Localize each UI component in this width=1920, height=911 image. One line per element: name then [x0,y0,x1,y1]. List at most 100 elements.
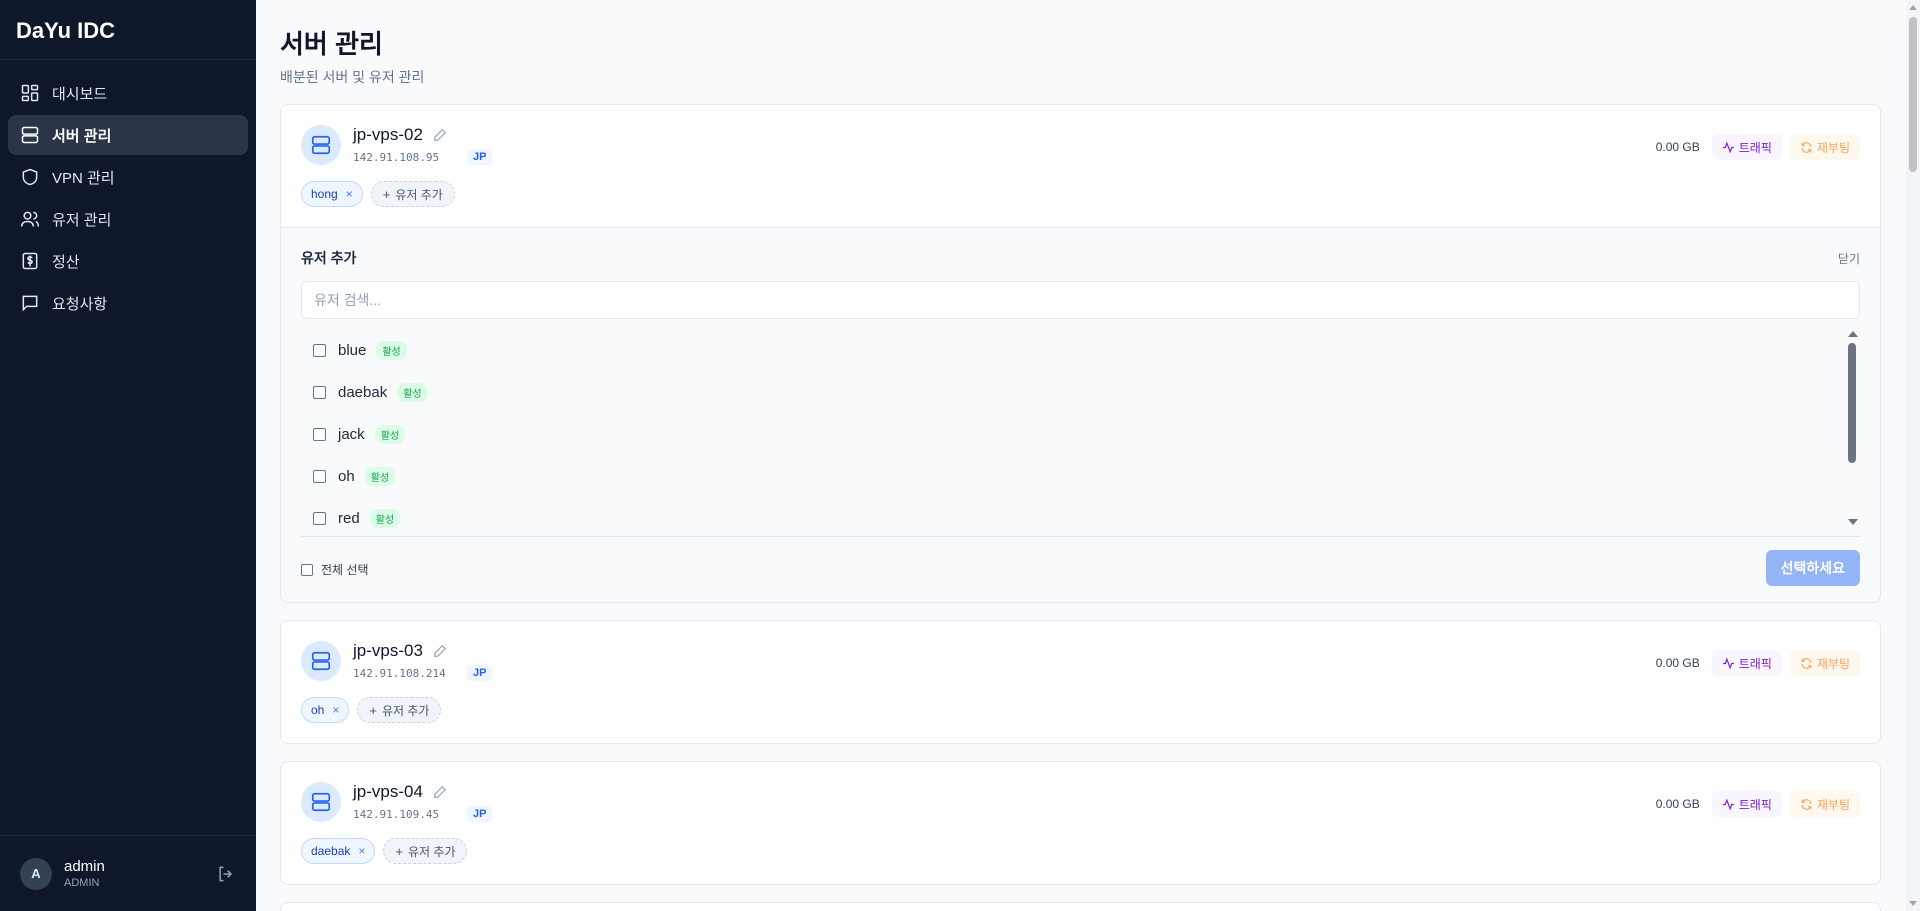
status-badge: 활성 [364,466,396,486]
activity-icon [1722,140,1734,154]
list-item[interactable]: daebak 활성 [301,371,1860,413]
add-user-button[interactable]: + 유저 추가 [370,181,455,207]
user-profile: A admin ADMIN [0,835,256,911]
server-info: jp-vps-03 142.91.108.214 JP [353,641,493,681]
sidebar-item-dashboard[interactable]: 대시보드 [8,73,248,113]
user-tags: daebak × + 유저 추가 [301,838,468,864]
sidebar-item-users[interactable]: 유저 관리 [8,199,248,239]
server-ip: 142.91.108.214 [353,666,446,680]
server-name: jp-vps-04 [353,782,492,802]
scroll-up-arrow-icon[interactable] [1909,5,1917,10]
add-user-panel: 유저 추가 닫기 blue 활성 daebak 활성 jack 활성 [281,227,1880,602]
select-all-checkbox[interactable] [301,563,313,576]
remove-tag-icon[interactable]: × [346,187,353,201]
sidebar-nav: 대시보드 서버 관리 VPN 관리 유저 관리 정산 요청사항 [0,60,256,338]
scroll-down-arrow-icon[interactable] [1909,901,1917,906]
user-checkbox[interactable] [313,385,326,399]
region-badge: JP [467,665,493,681]
user-checkbox[interactable] [313,469,326,483]
list-item[interactable]: oh 활성 [301,455,1860,497]
scroll-up-arrow-icon[interactable] [1848,331,1858,337]
edit-pencil-icon[interactable] [433,644,447,658]
sidebar-item-settlement[interactable]: 정산 [8,241,248,281]
users-icon [20,209,40,229]
server-actions: 0.00 GB 트래픽 재부팅 [1656,650,1860,676]
server-info: jp-vps-04 142.91.109.45 JP [353,782,493,822]
user-checkbox[interactable] [313,427,326,441]
panel-title: 유저 추가 [301,250,357,266]
activity-icon [1722,656,1734,670]
user-search-input[interactable] [301,281,1860,319]
add-user-button[interactable]: + 유저 추가 [357,697,442,723]
traffic-button[interactable]: 트래픽 [1711,650,1782,676]
select-all[interactable]: 전체 선택 [301,561,369,578]
remove-tag-icon[interactable]: × [358,844,365,858]
server-name: jp-vps-03 [353,641,492,661]
panel-footer: 전체 선택 선택하세요 [301,536,1860,602]
server-meta: 142.91.108.95 JP [353,149,493,165]
server-name-text: jp-vps-04 [353,782,423,801]
sidebar-item-vpn[interactable]: VPN 관리 [8,157,248,197]
edit-pencil-icon[interactable] [433,128,447,142]
sidebar-item-label: 유저 관리 [52,211,112,229]
server-icon [301,641,341,681]
edit-pencil-icon[interactable] [433,785,447,799]
reboot-label: 재부팅 [1816,797,1850,812]
user-checkbox[interactable] [313,511,326,525]
logout-icon[interactable] [216,864,236,884]
remove-tag-icon[interactable]: × [332,703,339,717]
traffic-usage: 0.00 GB [1655,797,1700,811]
user-role: ADMIN [64,877,100,889]
refresh-icon [1801,798,1812,810]
list-item[interactable]: red 활성 [301,497,1860,539]
server-card-partial [280,902,1881,911]
add-user-label: 유저 추가 [381,703,430,718]
traffic-label: 트래픽 [1738,797,1772,812]
brand-logo: DaYu IDC [0,0,256,60]
server-actions: 0.00 GB 트래픽 재부팅 [1656,791,1860,817]
reboot-label: 재부팅 [1816,140,1850,155]
list-item[interactable]: blue 활성 [301,329,1860,371]
server-ip: 142.91.109.45 [353,807,440,821]
page-subtitle: 배분된 서버 및 유저 관리 [280,69,425,85]
sidebar-item-label: 서버 관리 [52,127,112,145]
add-user-button[interactable]: + 유저 추가 [383,838,468,864]
reboot-button[interactable]: 재부팅 [1789,134,1860,160]
list-item[interactable]: jack 활성 [301,413,1860,455]
dashboard-icon [20,83,40,103]
scrollbar-thumb[interactable] [1909,17,1917,172]
user-tag: daebak × [301,838,376,864]
reboot-label: 재부팅 [1816,656,1850,671]
plus-icon: + [382,186,391,202]
server-actions: 0.00 GB 트래픽 재부팅 [1656,134,1860,160]
main-content: 서버 관리 배분된 서버 및 유저 관리 jp-vps-02 142.91.10… [256,0,1906,911]
sidebar-item-requests[interactable]: 요청사항 [8,283,248,323]
user-checkbox[interactable] [313,343,326,357]
server-meta: 142.91.108.214 JP [353,665,493,681]
page-scrollbar[interactable] [1906,0,1920,911]
sidebar-item-servers[interactable]: 서버 관리 [8,115,248,155]
reboot-button[interactable]: 재부팅 [1789,791,1860,817]
traffic-button[interactable]: 트래픽 [1711,791,1782,817]
scrollbar-thumb[interactable] [1848,343,1856,463]
add-user-label: 유저 추가 [395,187,443,202]
scroll-down-arrow-icon[interactable] [1848,519,1858,525]
user-name: admin [64,858,105,875]
message-icon [20,293,40,313]
confirm-selection-button[interactable]: 선택하세요 [1765,550,1860,586]
add-user-label: 유저 추가 [407,844,456,859]
status-badge: 활성 [374,424,406,444]
reboot-button[interactable]: 재부팅 [1789,650,1860,676]
close-panel-button[interactable]: 닫기 [1838,250,1860,267]
candidate-name: red [338,509,360,527]
traffic-button[interactable]: 트래픽 [1711,134,1782,160]
avatar: A [20,857,52,890]
shield-icon [20,167,40,187]
page-title: 서버 관리 [280,29,383,59]
server-icon [301,125,341,165]
list-scrollbar[interactable] [1846,329,1858,525]
user-tag-label: daebak [311,844,351,858]
traffic-usage: 0.00 GB [1655,140,1700,154]
status-badge: 활성 [376,340,407,360]
traffic-label: 트래픽 [1738,656,1772,671]
